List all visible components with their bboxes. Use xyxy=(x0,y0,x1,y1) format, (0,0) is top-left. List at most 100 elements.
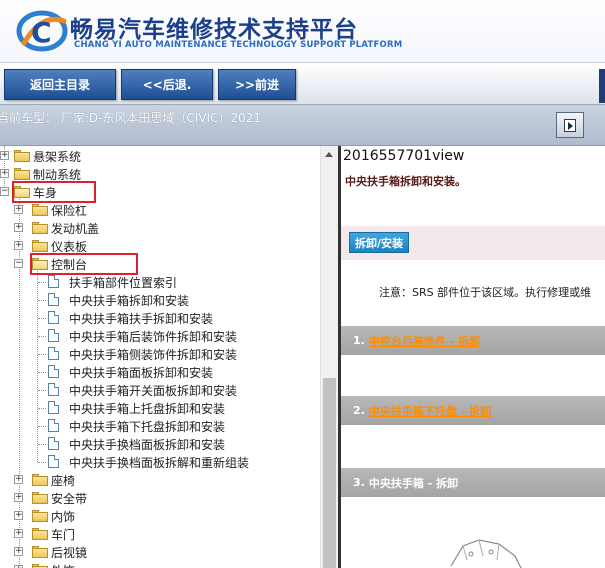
tree-item-label: 中央扶手换档面板拆卸和安装 xyxy=(69,438,226,452)
tree-item[interactable]: 中央扶手箱后装饰件拆卸和安装 xyxy=(0,327,320,345)
section-link[interactable]: 中控台后装饰件 - 拆卸 xyxy=(369,333,480,349)
collapse-icon[interactable]: − xyxy=(14,259,23,268)
tree-item[interactable]: 中央扶手箱上托盘拆卸和安装 xyxy=(0,399,320,417)
tree-item[interactable]: + 车门 xyxy=(0,525,320,543)
folder-icon xyxy=(32,240,48,252)
tree-item-label: 内饰 xyxy=(51,510,76,524)
scroll-thumb[interactable] xyxy=(323,378,336,568)
logo-icon: C xyxy=(16,10,68,52)
nav-bar: 返回主目录 <<后退. >>前进 xyxy=(0,62,605,104)
document-icon xyxy=(48,311,59,324)
tree-guide-line xyxy=(38,462,46,463)
tree-item-label: 中央扶手箱侧装饰件拆卸和安装 xyxy=(69,348,238,362)
tree-item-label: 保险杠 xyxy=(51,204,88,218)
document-icon xyxy=(48,275,59,288)
vehicle-model-bar: 当前车型： 厂家:D-东风本田思域（CIVIC）2021 xyxy=(0,104,605,146)
folder-icon xyxy=(14,150,30,162)
tree-item[interactable]: + 座椅 xyxy=(0,471,320,489)
tree-item-label: 后视镜 xyxy=(51,546,88,560)
highlight-box xyxy=(12,181,96,203)
expand-icon[interactable]: + xyxy=(14,241,23,250)
tree-item-label: 发动机盖 xyxy=(51,222,100,236)
tree-item[interactable]: + 后视镜 xyxy=(0,543,320,561)
tree-guide-line xyxy=(38,444,46,445)
forward-button[interactable]: >>前进 xyxy=(218,69,296,100)
document-icon xyxy=(48,401,59,414)
collapse-icon[interactable]: − xyxy=(0,187,9,196)
remove-install-tag[interactable]: 拆卸/安装 xyxy=(349,232,410,253)
expand-icon[interactable]: + xyxy=(14,511,23,520)
svg-text:C: C xyxy=(31,16,52,49)
back-button[interactable]: <<后退. xyxy=(121,69,213,100)
navigation-tree: + 悬架系统 + 制动系统 − 车身 + 保险杠 + 发动机盖 + 仪表板 − 控制台 扶手箱部件位置索引中… xyxy=(0,146,320,568)
expand-icon[interactable]: + xyxy=(14,223,23,232)
document-icon xyxy=(48,347,59,360)
tree-item-label: 中央扶手箱后装饰件拆卸和安装 xyxy=(69,330,238,344)
section-bar: 1. 中控台后装饰件 - 拆卸 xyxy=(341,326,605,355)
document-icon xyxy=(48,455,59,468)
tree-item-label: 中央扶手箱扶手拆卸和安装 xyxy=(69,312,214,326)
folder-icon xyxy=(32,564,48,568)
tree-guide-line xyxy=(38,372,46,373)
tree-item[interactable]: + 保险杠 xyxy=(0,201,320,219)
document-icon xyxy=(48,437,59,450)
tree-item-label: 悬架系统 xyxy=(33,150,82,164)
document-icon xyxy=(48,365,59,378)
tree-item[interactable]: + 内饰 xyxy=(0,507,320,525)
tree-item[interactable]: 中央扶手箱下托盘拆卸和安装 xyxy=(0,417,320,435)
tree-item[interactable]: + 悬架系统 xyxy=(0,147,320,165)
scroll-up-icon[interactable] xyxy=(325,152,333,157)
tree-guide-line xyxy=(38,282,46,283)
expand-icon[interactable]: + xyxy=(14,475,23,484)
tree-item-label: 中央扶手箱拆卸和安装 xyxy=(69,294,190,308)
folder-icon xyxy=(14,168,30,180)
tree-item-label: 座椅 xyxy=(51,474,76,488)
folder-icon xyxy=(32,222,48,234)
tree-scrollbar[interactable] xyxy=(320,146,338,568)
document-title: 中央扶手箱拆卸和安装。 xyxy=(345,175,466,188)
tree-guide-line xyxy=(38,336,46,337)
document-icon xyxy=(48,419,59,432)
tree-item[interactable]: 中央扶手箱面板拆卸和安装 xyxy=(0,363,320,381)
toggle-arrow-icon xyxy=(564,118,576,132)
app-subtitle: CHANG YI AUTO MAINTENANCE TECHNOLOGY SUP… xyxy=(74,40,403,50)
expand-icon[interactable]: + xyxy=(0,151,9,160)
document-icon xyxy=(48,329,59,342)
section-heading: 中央扶手箱 - 拆卸 xyxy=(368,476,459,490)
tree-guide-line xyxy=(38,318,46,319)
tree-guide-line xyxy=(38,390,46,391)
folder-icon xyxy=(32,492,48,504)
folder-icon xyxy=(32,528,48,540)
tree-item-label: 中央扶手箱上托盘拆卸和安装 xyxy=(69,402,226,416)
section-link[interactable]: 中央扶手箱下托盘 - 拆卸 xyxy=(369,403,491,419)
tree-item[interactable]: 中央扶手箱拆卸和安装 xyxy=(0,291,320,309)
home-button[interactable]: 返回主目录 xyxy=(4,69,116,100)
tree-item[interactable]: +外饰 xyxy=(0,561,320,568)
tree-guide-line xyxy=(38,426,46,427)
vehicle-model-text: 当前车型： 厂家:D-东风本田思域（CIVIC）2021 xyxy=(0,111,262,125)
expand-icon[interactable]: + xyxy=(14,205,23,214)
tree-item[interactable]: 中央扶手箱扶手拆卸和安装 xyxy=(0,309,320,327)
expand-icon[interactable]: + xyxy=(0,169,9,178)
tree-item[interactable]: 扶手箱部件位置索引 xyxy=(0,273,320,291)
tree-item[interactable]: + 安全带 xyxy=(0,489,320,507)
tree-item[interactable]: + 发动机盖 xyxy=(0,219,320,237)
panel-toggle-button[interactable] xyxy=(556,112,584,138)
highlight-box xyxy=(30,253,138,275)
folder-icon xyxy=(32,474,48,486)
tree-item-label: 中央扶手换档面板拆解和重新组装 xyxy=(69,456,250,470)
tree-item[interactable]: 中央扶手箱侧装饰件拆卸和安装 xyxy=(0,345,320,363)
section-number: 1. xyxy=(353,334,365,347)
tree-guide-line xyxy=(38,300,46,301)
expand-icon[interactable]: + xyxy=(14,547,23,556)
tree-item[interactable]: 中央扶手换档面板拆卸和安装 xyxy=(0,435,320,453)
expand-icon[interactable]: + xyxy=(14,529,23,538)
tree-item-label: 中央扶手箱下托盘拆卸和安装 xyxy=(69,420,226,434)
tree-item[interactable]: 中央扶手换档面板拆解和重新组装 xyxy=(0,453,320,471)
tree-item[interactable]: 中央扶手箱开关面板拆卸和安装 xyxy=(0,381,320,399)
tree-guide-line xyxy=(38,354,46,355)
expand-icon[interactable]: + xyxy=(14,493,23,502)
tree-guide-line xyxy=(38,408,46,409)
folder-icon xyxy=(32,204,48,216)
document-id: 2016557701view xyxy=(343,148,465,164)
